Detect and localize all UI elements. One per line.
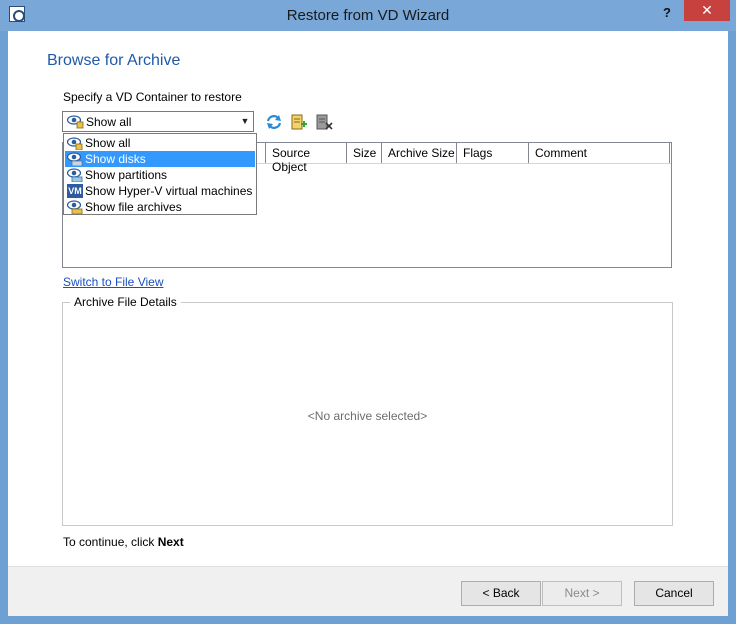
wizard-window: Restore from VD Wizard ? ✕ Browse for Ar… (0, 0, 736, 624)
refresh-icon[interactable] (265, 113, 283, 131)
option-label: Show Hyper-V virtual machines (85, 184, 253, 198)
option-label: Show file archives (85, 200, 182, 214)
switch-to-file-view-link[interactable]: Switch to File View (63, 275, 163, 289)
eye-icon (67, 115, 84, 129)
title-bar[interactable]: Restore from VD Wizard ? ✕ (0, 0, 736, 31)
container-label: Specify a VD Container to restore (63, 90, 242, 104)
partition-icon (67, 168, 83, 182)
option-show-file-archives[interactable]: Show file archives (65, 199, 255, 215)
chevron-down-icon[interactable]: ▼ (237, 112, 253, 131)
archive-file-details-group: Archive File Details <No archive selecte… (62, 295, 673, 526)
option-show-hyperv-vms[interactable]: VM Show Hyper-V virtual machines (65, 183, 255, 199)
vm-icon: VM (67, 184, 83, 198)
column-header-source-object[interactable]: Source Object (266, 143, 347, 174)
remove-archive-icon[interactable] (315, 113, 333, 131)
continue-prefix: To continue, click (63, 535, 158, 549)
back-button[interactable]: < Back (461, 581, 541, 606)
column-header-comment[interactable]: Comment (529, 143, 670, 163)
column-header-size[interactable]: Size (347, 143, 382, 163)
close-button[interactable]: ✕ (684, 0, 730, 21)
column-header-flags[interactable]: Flags (457, 143, 529, 163)
container-filter-dropdown: Show all Show disks Show partitions VM S… (63, 133, 257, 215)
cancel-button[interactable]: Cancel (634, 581, 714, 606)
option-label: Show all (85, 136, 131, 150)
option-show-disks[interactable]: Show disks (65, 151, 255, 167)
continue-next-word: Next (157, 535, 184, 549)
group-label: Archive File Details (70, 295, 181, 309)
window-title: Restore from VD Wizard (286, 7, 450, 24)
wizard-button-bar: < Back Next > Cancel (8, 566, 728, 616)
add-archive-icon[interactable] (290, 113, 308, 131)
next-button[interactable]: Next > (542, 581, 622, 606)
disk-icon (67, 152, 83, 166)
option-label: Show partitions (85, 168, 168, 182)
container-filter-combo[interactable]: Show all ▼ (62, 111, 254, 132)
option-show-partitions[interactable]: Show partitions (65, 167, 255, 183)
continue-hint: To continue, click Next (63, 535, 184, 549)
archive-icon (67, 200, 83, 214)
wizard-body: Browse for Archive Specify a VD Containe… (8, 31, 728, 616)
no-archive-placeholder: <No archive selected> (307, 409, 428, 423)
column-header-archive-size[interactable]: Archive Size (382, 143, 457, 163)
option-show-all[interactable]: Show all (65, 135, 255, 151)
help-button[interactable]: ? (655, 3, 679, 23)
page-title: Browse for Archive (47, 52, 181, 69)
option-label: Show disks (85, 152, 146, 166)
combo-value: Show all (86, 115, 132, 129)
eye-icon (67, 137, 83, 150)
